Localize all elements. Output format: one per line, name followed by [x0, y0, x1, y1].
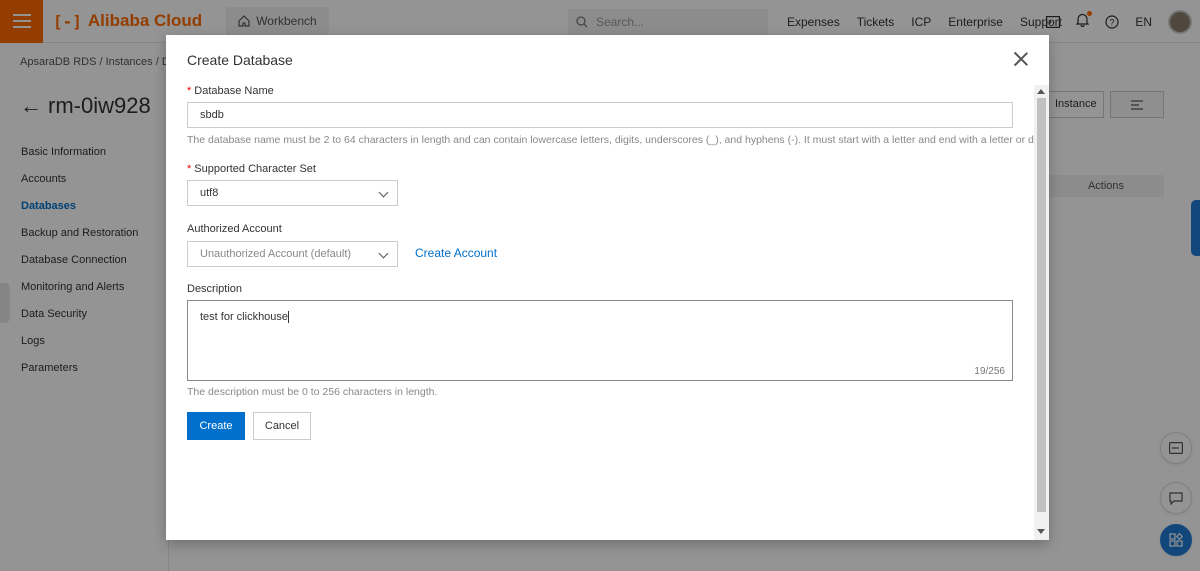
character-counter: 19/256 — [974, 366, 1005, 377]
database-name-label-text: Database Name — [194, 85, 274, 97]
scroll-up-arrow-icon[interactable] — [1037, 89, 1045, 94]
description-textarea[interactable]: test for clickhouse 19/256 — [187, 300, 1013, 381]
description-value: test for clickhouse — [200, 311, 289, 323]
create-button[interactable]: Create — [187, 412, 245, 440]
description-help: The description must be 0 to 256 charact… — [187, 386, 438, 398]
required-marker: * — [187, 85, 192, 97]
database-name-help: The database name must be 2 to 64 charac… — [187, 134, 1051, 146]
character-set-value: utf8 — [200, 187, 219, 199]
database-name-value: sbdb — [200, 109, 224, 121]
dialog-title: Create Database — [187, 52, 293, 68]
chevron-down-icon — [378, 187, 389, 198]
database-name-input[interactable]: sbdb — [187, 102, 1013, 128]
required-marker: * — [187, 163, 192, 175]
create-database-dialog: Create Database * Database Name sbdb The … — [166, 35, 1051, 540]
authorized-account-select[interactable]: Unauthorized Account (default) — [187, 241, 398, 267]
close-icon[interactable] — [1012, 50, 1030, 68]
authorized-account-label: Authorized Account — [187, 223, 282, 235]
scroll-down-arrow-icon[interactable] — [1037, 529, 1045, 534]
text-cursor — [288, 311, 290, 324]
chevron-down-icon — [378, 248, 389, 259]
cancel-button[interactable]: Cancel — [253, 412, 311, 440]
character-set-select[interactable]: utf8 — [187, 180, 398, 206]
authorized-account-value: Unauthorized Account (default) — [200, 248, 352, 260]
dialog-scrollbar[interactable] — [1034, 85, 1049, 540]
character-set-label-text: Supported Character Set — [194, 163, 316, 175]
create-account-link[interactable]: Create Account — [415, 246, 497, 260]
description-label: Description — [187, 283, 243, 295]
character-set-label: * Supported Character Set — [187, 163, 316, 175]
database-name-label: * Database Name — [187, 85, 274, 97]
scroll-thumb[interactable] — [1037, 98, 1046, 512]
